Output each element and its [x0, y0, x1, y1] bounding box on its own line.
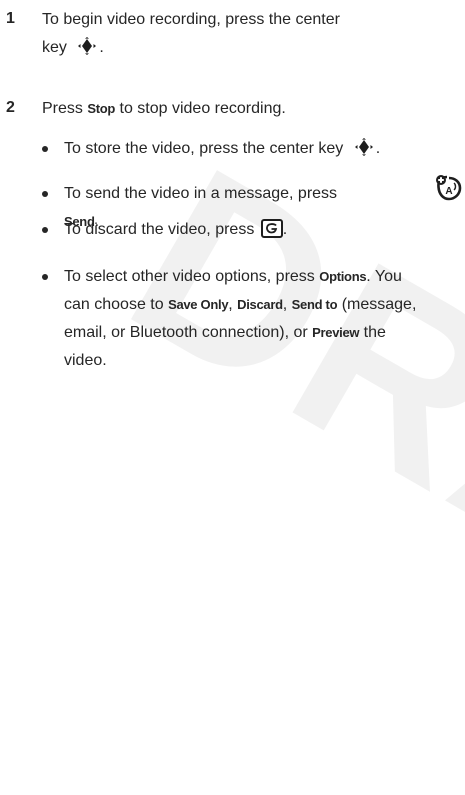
bullet-dot [42, 146, 48, 152]
bullet-dot [42, 274, 48, 280]
step-text: Press Stop to stop video recording. [42, 100, 286, 117]
step-number: 2 [6, 99, 15, 116]
bullet-dot [42, 227, 48, 233]
svg-text:A: A [445, 186, 452, 197]
options-key-label: Options [319, 269, 367, 284]
manual-page: DRAFT 1 To begin video recording, press … [0, 0, 465, 795]
step-text: To begin video recording, press the cent… [42, 6, 422, 65]
step-number: 1 [6, 10, 15, 27]
end-key-icon [260, 219, 283, 248]
center-navigation-key-icon [352, 138, 376, 166]
discard-key-label: Discard [237, 297, 283, 312]
stop-key-label: Stop [87, 101, 116, 116]
save-only-key-label: Save Only [168, 297, 229, 312]
preview-key-label: Preview [312, 325, 360, 340]
send-feature-icon: A [434, 173, 464, 208]
bullet-dot [42, 191, 48, 197]
center-navigation-key-icon [75, 37, 99, 65]
send-to-key-label: Send to [291, 297, 338, 312]
